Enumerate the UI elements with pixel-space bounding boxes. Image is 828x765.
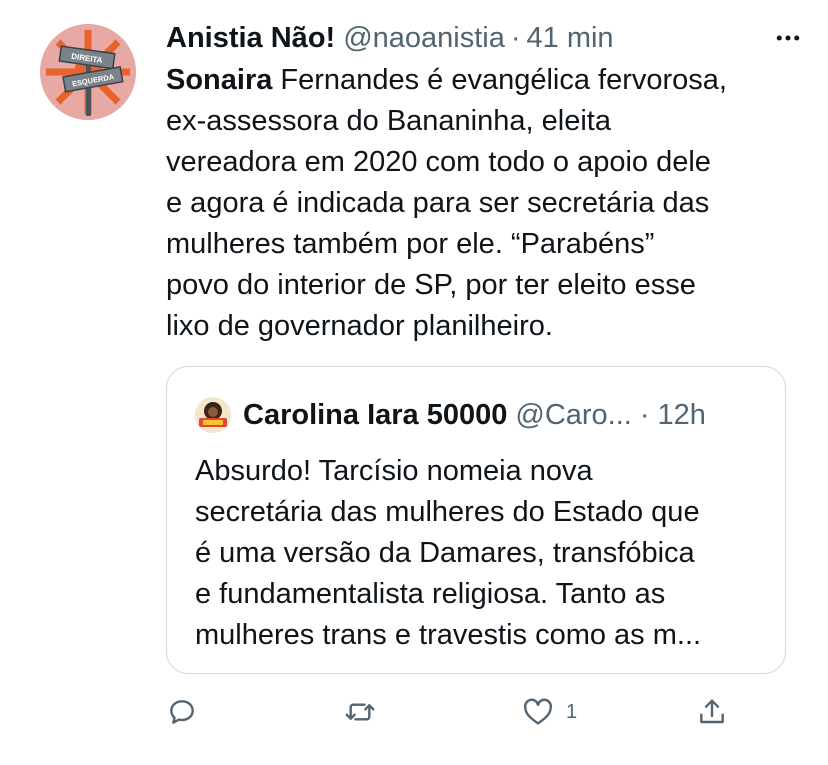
reply-icon [170, 700, 194, 724]
quoted-text-line: mulheres trans e travestis como as m... [195, 619, 702, 651]
reply-button[interactable] [166, 690, 198, 734]
quoted-text-line: secretária das mulheres do Estado que [195, 496, 700, 528]
tweet-text-line: lixo de governador planilheiro. [166, 310, 553, 342]
quoted-tweet-header: Carolina Iara 50000 @Caro... · 12h [195, 395, 765, 435]
heart-icon [523, 698, 553, 725]
quoted-tweet-timestamp: 12h [657, 398, 706, 431]
quoted-author-handle: @Caro... [515, 398, 632, 431]
quoted-tweet-text: Absurdo! Tarcísio nomeia nova secretária… [195, 451, 765, 656]
author-avatar[interactable]: DIREITA ESQUERDA [40, 24, 136, 120]
tweet-first-word: Sonaira [166, 64, 273, 96]
tweet-text-line: Sonaira Fernandes é evangélica fervorosa… [166, 60, 786, 101]
tweet-header: Anistia Não! @naoanistia · 41 min [166, 18, 808, 58]
more-horizontal-icon [776, 35, 800, 41]
tweet-text-line: ex-assessora do Bananinha, eleita [166, 105, 611, 137]
tweet-text-line: povo do interior de SP, por ter eleito e… [166, 269, 696, 301]
like-button[interactable]: 1 [522, 690, 577, 734]
tweet-line-0-rest: Fernandes é evangélica fervorosa, [272, 64, 727, 96]
quoted-text-line: e fundamentalista religiosa. Tanto as [195, 578, 666, 610]
quoted-author-display-name: Carolina Iara 50000 [243, 398, 508, 431]
retweet-button[interactable] [344, 690, 376, 734]
quoted-text-line: Absurdo! Tarcísio nomeia nova [195, 455, 593, 487]
retweet-icon [345, 703, 375, 721]
tweet-timestamp[interactable]: 41 min [527, 22, 614, 55]
avatar-image: DIREITA ESQUERDA [40, 24, 136, 120]
like-count: 1 [566, 700, 578, 723]
author-handle[interactable]: @naoanistia [343, 22, 505, 55]
more-options-button[interactable] [768, 18, 808, 58]
quoted-text-line: é uma versão da Damares, transfóbica [195, 537, 695, 569]
tweet-text: Sonaira Fernandes é evangélica fervorosa… [166, 60, 786, 347]
share-button[interactable] [696, 690, 728, 734]
tweet-actions-bar: 1 [166, 690, 746, 734]
tweet-text-line: vereadora em 2020 com todo o apoio dele [166, 146, 711, 178]
separator-dot: · [510, 21, 521, 54]
tweet-text-line: e agora é indicada para ser secretária d… [166, 187, 710, 219]
author-display-name[interactable]: Anistia Não! [166, 22, 335, 55]
share-icon [700, 699, 724, 724]
quoted-tweet[interactable]: Carolina Iara 50000 @Caro... · 12h Absur… [166, 366, 786, 674]
quoted-avatar-image [195, 397, 231, 433]
quoted-separator-dot: · [639, 398, 650, 431]
tweet-text-line: mulheres também por ele. “Parabéns” [166, 228, 655, 260]
quoted-author-avatar [195, 397, 231, 433]
